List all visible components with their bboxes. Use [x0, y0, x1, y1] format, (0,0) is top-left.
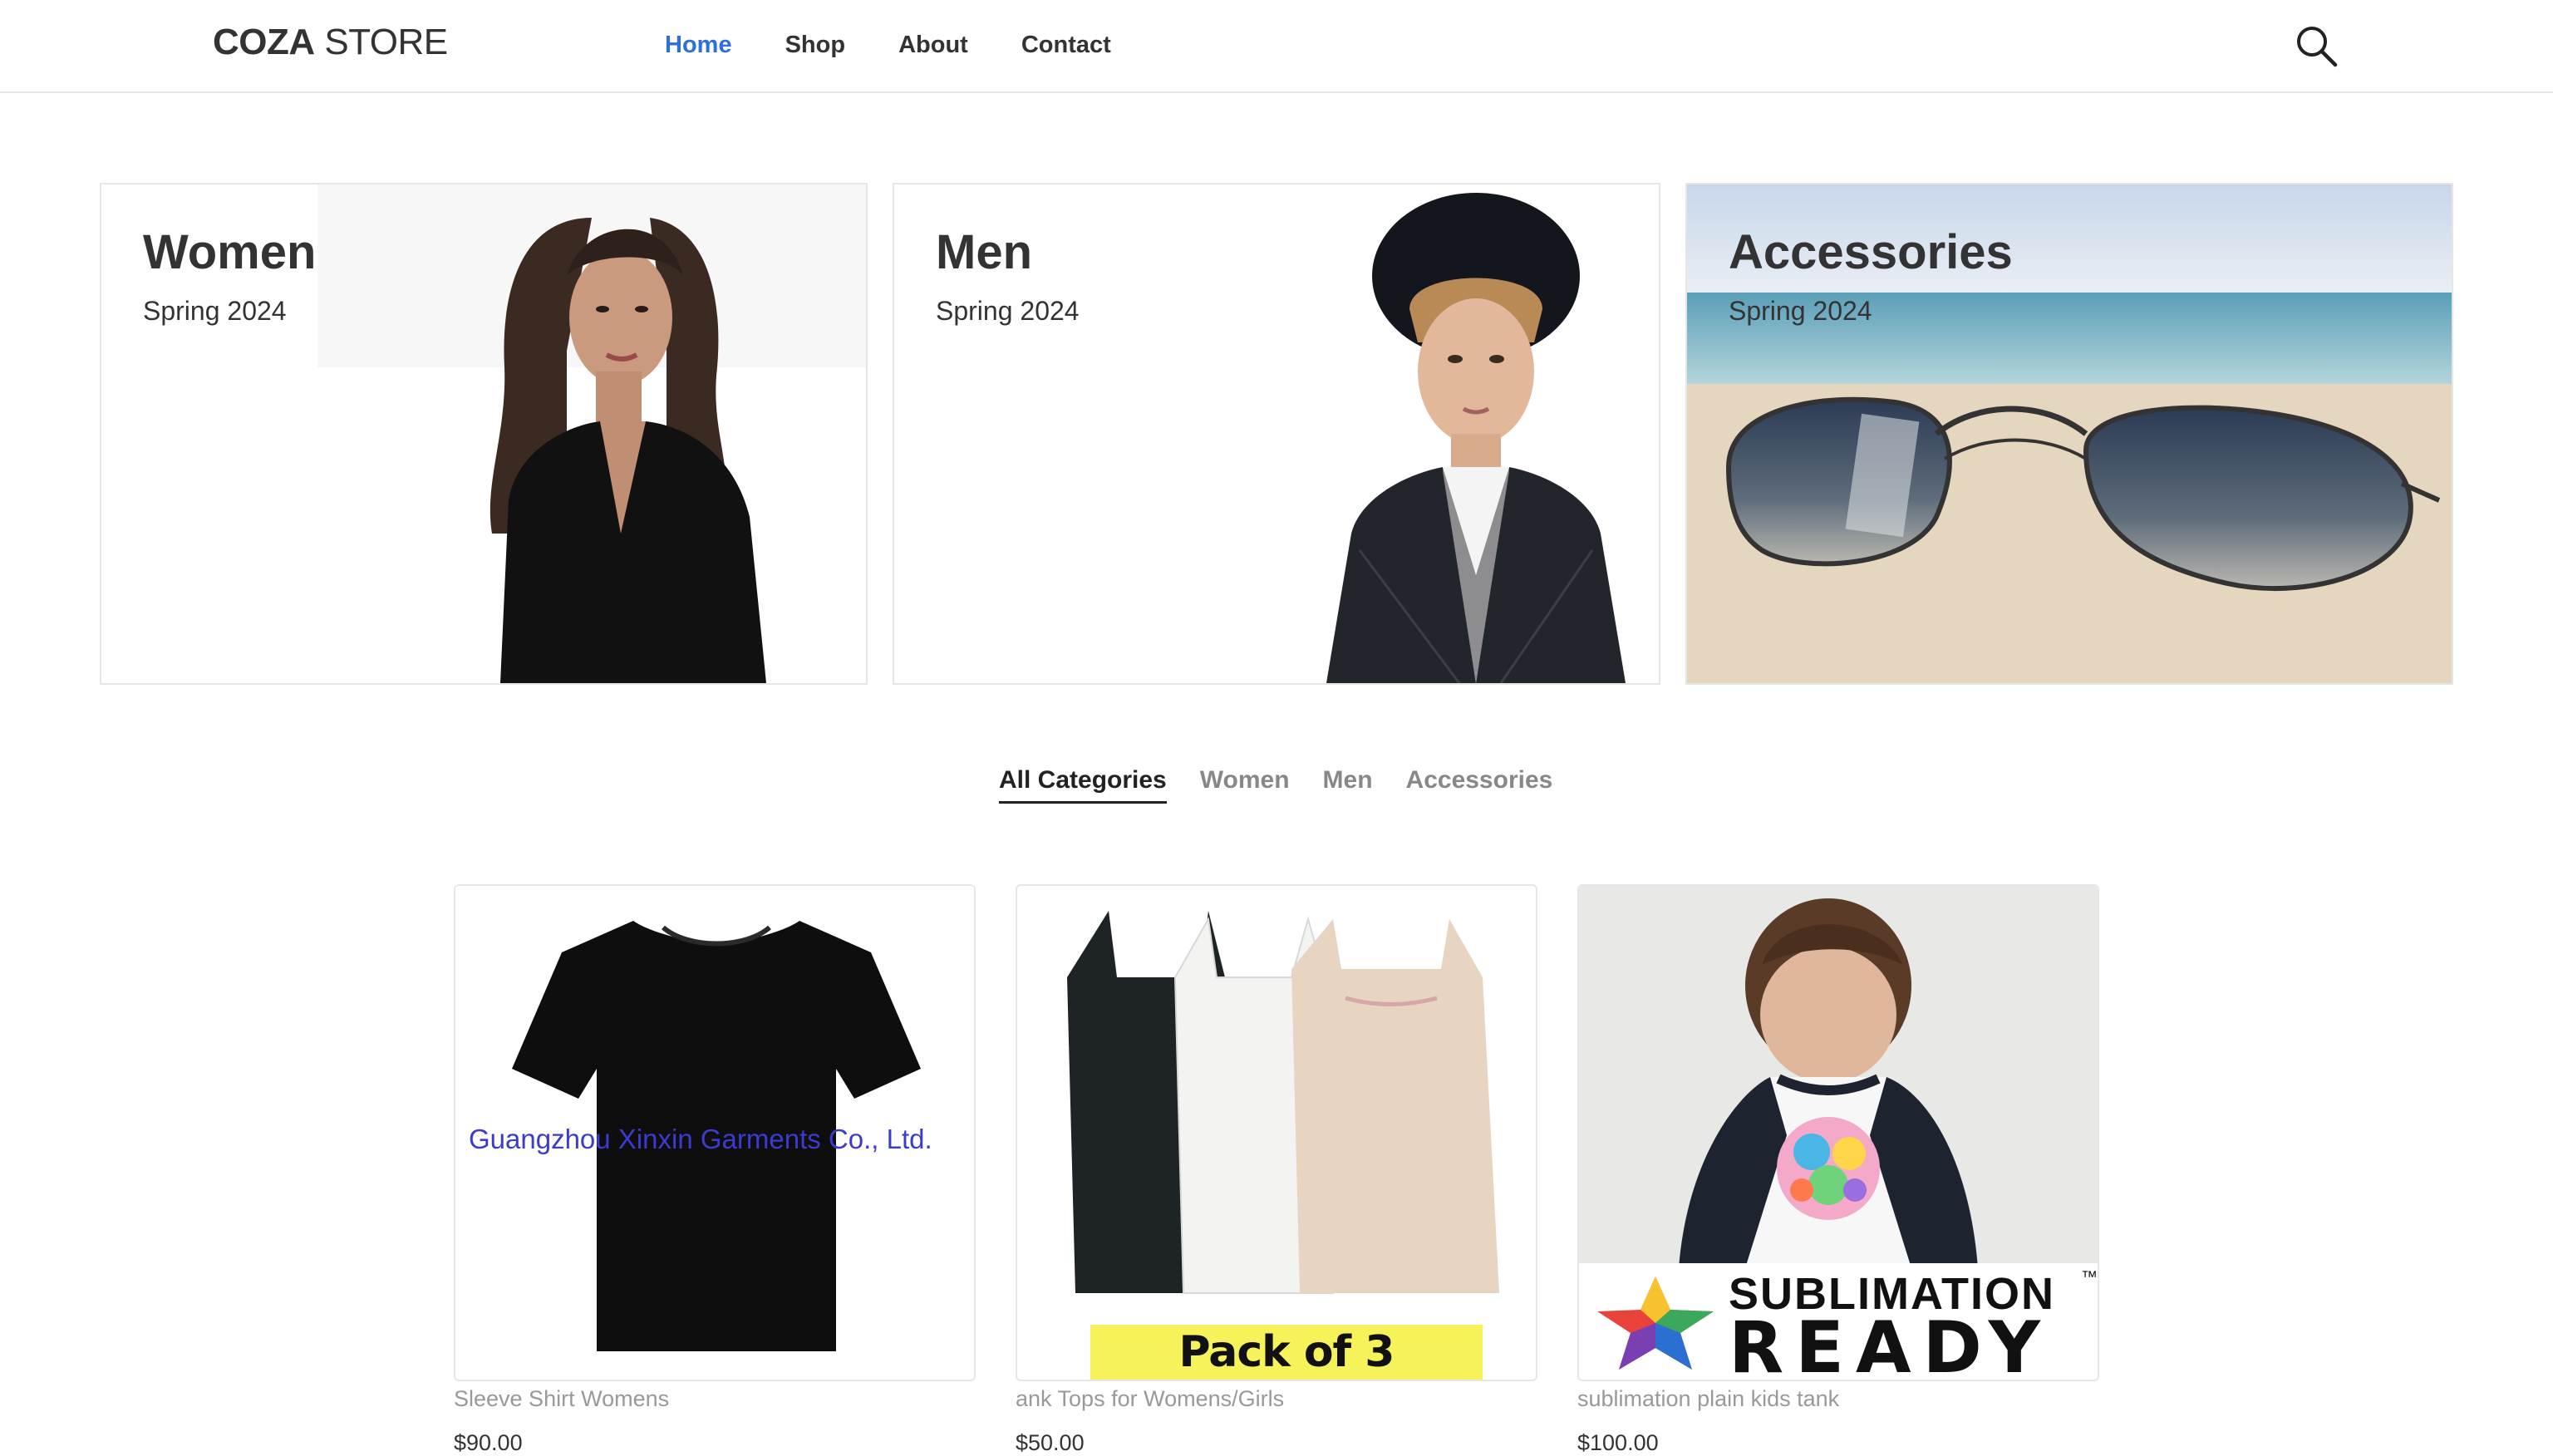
banner-title: Men — [936, 225, 1032, 279]
product-price: $100.00 — [1577, 1430, 1659, 1455]
nav-shop[interactable]: Shop — [785, 32, 846, 59]
rainbow-star-icon — [1597, 1276, 1714, 1370]
banner-men[interactable]: Men Spring 2024 — [893, 183, 1660, 685]
product-name[interactable]: ank Tops for Womens/Girls — [1016, 1386, 1537, 1412]
site-header: COZA STORE Home Shop About Contact — [0, 0, 2553, 93]
filter-accessories[interactable]: Accessories — [1406, 766, 1553, 804]
main-nav: Home Shop About Contact — [665, 32, 1111, 59]
nav-home[interactable]: Home — [665, 32, 732, 59]
filter-men[interactable]: Men — [1323, 766, 1373, 804]
ready-text: READY — [1729, 1306, 2052, 1381]
banner-women[interactable]: Women Spring 2024 — [100, 183, 868, 685]
product-name[interactable]: Sleeve Shirt Womens — [454, 1386, 976, 1412]
product-card[interactable]: SUBLIMATION ™ READY sublimation plain ki… — [1577, 884, 2099, 1456]
women-model-image — [317, 184, 866, 683]
filter-all-categories[interactable]: All Categories — [999, 766, 1167, 804]
product-price: $50.00 — [1016, 1430, 1085, 1455]
product-name[interactable]: sublimation plain kids tank — [1577, 1386, 2099, 1412]
product-image[interactable]: SUBLIMATION ™ READY — [1577, 884, 2099, 1381]
product-watermark: Guangzhou Xinxin Garments Co., Ltd. — [469, 1124, 932, 1154]
product-card[interactable]: Guangzhou Xinxin Garments Co., Ltd. Slee… — [454, 884, 976, 1456]
category-filter: All Categories Women Men Accessories — [999, 766, 1552, 804]
logo-light-text: STORE — [314, 22, 448, 62]
banner-subtitle: Spring 2024 — [936, 296, 1080, 326]
tank-tops-image — [1067, 911, 1499, 1294]
filter-women[interactable]: Women — [1200, 766, 1290, 804]
trademark-symbol: ™ — [2081, 1268, 2098, 1286]
search-button[interactable] — [2294, 23, 2340, 70]
banner-subtitle: Spring 2024 — [143, 296, 287, 326]
product-price: $90.00 — [454, 1430, 523, 1455]
search-icon — [2297, 27, 2338, 67]
men-model-image — [1326, 193, 1626, 683]
category-banners: Women Spring 2024 Men Spring 2024 Access… — [100, 183, 2453, 685]
banner-subtitle: Spring 2024 — [1729, 296, 1872, 326]
banner-title: Accessories — [1729, 225, 2013, 279]
sublimation-badge: SUBLIMATION ™ READY — [1579, 1263, 2098, 1381]
product-card[interactable]: Pack of 3 ank Tops for Womens/Girls $50.… — [1016, 884, 1537, 1456]
product-image[interactable]: Guangzhou Xinxin Garments Co., Ltd. — [454, 884, 976, 1381]
banner-accessories[interactable]: Accessories Spring 2024 — [1685, 183, 2453, 685]
store-logo[interactable]: COZA STORE — [213, 22, 448, 63]
product-image[interactable]: Pack of 3 — [1016, 884, 1537, 1381]
banner-title: Women — [143, 225, 317, 279]
nav-about[interactable]: About — [898, 32, 968, 59]
nav-contact[interactable]: Contact — [1021, 32, 1111, 59]
pack-badge: Pack of 3 — [1090, 1325, 1483, 1380]
logo-bold-text: COZA — [213, 22, 315, 62]
